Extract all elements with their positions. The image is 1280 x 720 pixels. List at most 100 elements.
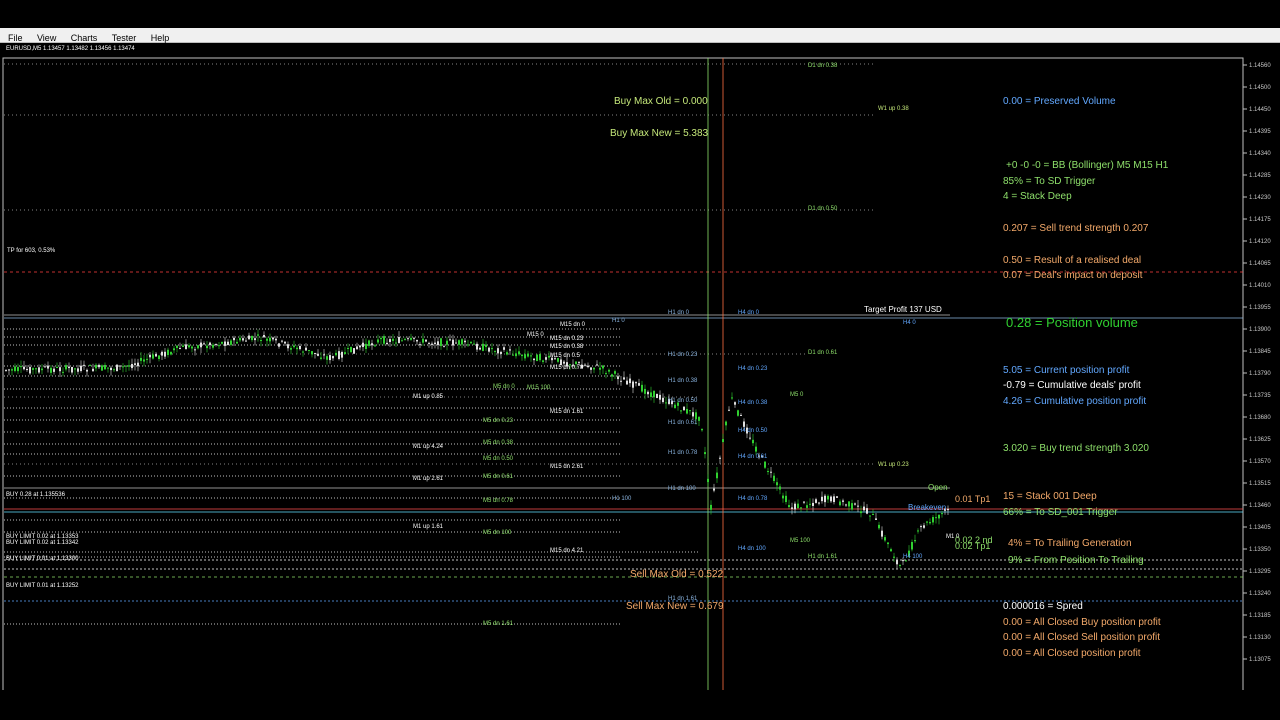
order-label-3: BUY LIMIT 0.01 at 1.13300 — [6, 556, 79, 562]
buy-max-new: Buy Max New = 5.383 — [610, 128, 709, 139]
level-label: M5 100 — [790, 538, 811, 544]
info-line-11: 3.020 = Buy trend strength 3.020 — [1003, 443, 1149, 454]
info-line-10: 4.26 = Cumulative position profit — [1003, 396, 1147, 407]
level-label: H1 100 — [612, 496, 632, 502]
price-tick-label: 1.14010 — [1249, 283, 1271, 289]
level-label: H1 dn 0.38 — [668, 378, 698, 384]
price-tick-label: 1.13130 — [1249, 635, 1271, 641]
info-line-9: -0.79 = Cumulative deals' profit — [1003, 380, 1141, 391]
info-line-19: 0.00 = All Closed position profit — [1003, 648, 1141, 659]
level-label: H4 0 — [903, 320, 916, 326]
level-label: M15 dn 0.5 — [550, 353, 581, 359]
order-label-2: BUY LIMIT 0.02 at 1.13342 — [6, 540, 79, 546]
info-line-13: 66% = To SD_001 Trigger — [1003, 507, 1118, 518]
price-tick-label: 1.13350 — [1249, 547, 1271, 553]
level-label: M15 100 — [527, 385, 551, 391]
menu-bar: File View Charts Tester Help — [0, 28, 1280, 43]
level-label: M5 dn 0 — [493, 384, 515, 390]
level-label: H1 dn 0.78 — [668, 450, 698, 456]
buy-max-old: Buy Max Old = 0.000 — [614, 96, 708, 107]
price-tick-label: 1.13570 — [1249, 459, 1271, 465]
level-label: M15 dn 0.78 — [550, 365, 584, 371]
price-tick-label: 1.14395 — [1249, 129, 1271, 135]
level-label: M15 dn 0 — [560, 322, 586, 328]
price-tick-label: 1.13460 — [1249, 503, 1271, 509]
level-label: M5 dn 1.61 — [483, 621, 514, 627]
price-tick-label: 1.13405 — [1249, 525, 1271, 531]
price-tick-label: 1.14450 — [1249, 107, 1271, 113]
info-line-0: 0.00 = Preserved Volume — [1003, 96, 1116, 107]
info-line-3: 4 = Stack Deep — [1003, 191, 1072, 202]
level-label: M15 0 — [527, 332, 544, 338]
level-label: H4 dn 0.50 — [738, 428, 768, 434]
price-tick-label: 1.13955 — [1249, 305, 1271, 311]
level-label: D1 dn 0.38 — [808, 63, 838, 69]
info-line-1: +0 -0 -0 = BB (Bollinger) M5 M15 H1 — [1006, 160, 1169, 171]
price-tick-label: 1.14285 — [1249, 173, 1271, 179]
level-label: H1 dn 100 — [668, 486, 696, 492]
price-tick-label: 1.13185 — [1249, 613, 1271, 619]
price-tick-label: 1.13900 — [1249, 327, 1271, 333]
tp-001-label: 0.01 Tp1 — [955, 494, 991, 504]
level-label: H4 dn 0.78 — [738, 496, 768, 502]
info-line-5: 0.50 = Result of a realised deal — [1003, 255, 1142, 266]
level-label: M1 up 1.61 — [413, 524, 444, 530]
sell-max-new: Sell Max New = 0.679 — [626, 601, 724, 612]
level-label: Target Profit 137 USD — [864, 305, 942, 314]
info-line-17: 0.00 = All Closed Buy position profit — [1003, 617, 1161, 628]
level-label: M5 dn 100 — [483, 530, 512, 536]
level-label: D1 dn 0.50 — [808, 206, 838, 212]
level-label: M15 dn 4.21 — [550, 548, 584, 554]
info-line-18: 0.00 = All Closed Sell position profit — [1003, 632, 1161, 643]
sell-max-old: Sell Max Old = 0.522 — [630, 569, 724, 580]
status-area — [0, 690, 1280, 720]
price-tick-label: 1.14230 — [1249, 195, 1271, 201]
level-label: M1 up 4.24 — [413, 444, 444, 450]
info-line-6: 0.07 = Deal's impact on deposit — [1003, 270, 1143, 281]
level-label: H1 dn 0 — [668, 310, 690, 316]
price-axis: 1.14560 1.14500 1.14450 1.14395 1.14340 1.142… — [1243, 63, 1271, 663]
window-title-area — [0, 0, 1280, 28]
info-line-12: 15 = Stack 001 Deep — [1003, 491, 1097, 502]
price-tick-label: 1.13790 — [1249, 371, 1271, 377]
level-label: H4 dn 100 — [738, 546, 766, 552]
tp-label: TP for 603, 0.53% — [7, 248, 56, 254]
info-line-7: 0.28 = Position volume — [1006, 315, 1138, 330]
symbol-info: EURUSD,M5 1.13457 1.13482 1.13456 1.1347… — [6, 46, 135, 52]
price-tick-label: 1.13240 — [1249, 591, 1271, 597]
level-label: Breakeven — [908, 503, 946, 512]
price-tick-label: 1.14120 — [1249, 239, 1271, 245]
level-label: M5 dn 0.23 — [483, 418, 514, 424]
level-label: M15 dn 2.61 — [550, 464, 584, 470]
level-label: M15 dn 1.61 — [550, 409, 584, 415]
price-tick-label: 1.14340 — [1249, 151, 1271, 157]
level-label: M5 dn 0.50 — [483, 456, 514, 462]
price-tick-label: 1.14560 — [1249, 63, 1271, 69]
info-line-14: 4% = To Trailing Generation — [1008, 538, 1132, 549]
tp-002b-label: 0.02 Tp1 — [955, 541, 991, 551]
price-tick-label: 1.13735 — [1249, 393, 1271, 399]
level-label: H4 dn 0.23 — [738, 366, 768, 372]
level-label: M1 up 0.85 — [413, 394, 444, 400]
price-tick-label: 1.13515 — [1249, 481, 1271, 487]
price-tick-label: 1.14065 — [1249, 261, 1271, 267]
price-tick-label: 1.13625 — [1249, 437, 1271, 443]
order-label-4: BUY LIMIT 0.01 at 1.13252 — [6, 583, 79, 589]
price-tick-label: 1.13845 — [1249, 349, 1271, 355]
info-line-15: 9% = From Position To Trailing — [1008, 555, 1144, 566]
price-tick-label: 1.13295 — [1249, 569, 1271, 575]
level-label: M5 dn 0.38 — [483, 440, 514, 446]
level-label: Open — [928, 483, 948, 492]
level-label: H4 dn 0.61 — [738, 454, 768, 460]
level-label: H1 dn 0.50 — [668, 398, 698, 404]
level-label: M5 dn 0.61 — [483, 474, 514, 480]
level-label: W1 up 0.38 — [878, 106, 909, 112]
level-label: D1 dn 0.61 — [808, 350, 838, 356]
info-line-16: 0.000016 = Spred — [1003, 601, 1083, 612]
price-tick-label: 1.13075 — [1249, 657, 1271, 663]
info-line-2: 85% = To SD Trigger — [1003, 176, 1096, 187]
level-label: M15 dn 0.38 — [550, 344, 584, 350]
price-tick-label: 1.14500 — [1249, 85, 1271, 91]
level-label: H4 dn 0 — [738, 310, 760, 316]
level-label: M5 0 — [790, 392, 804, 398]
